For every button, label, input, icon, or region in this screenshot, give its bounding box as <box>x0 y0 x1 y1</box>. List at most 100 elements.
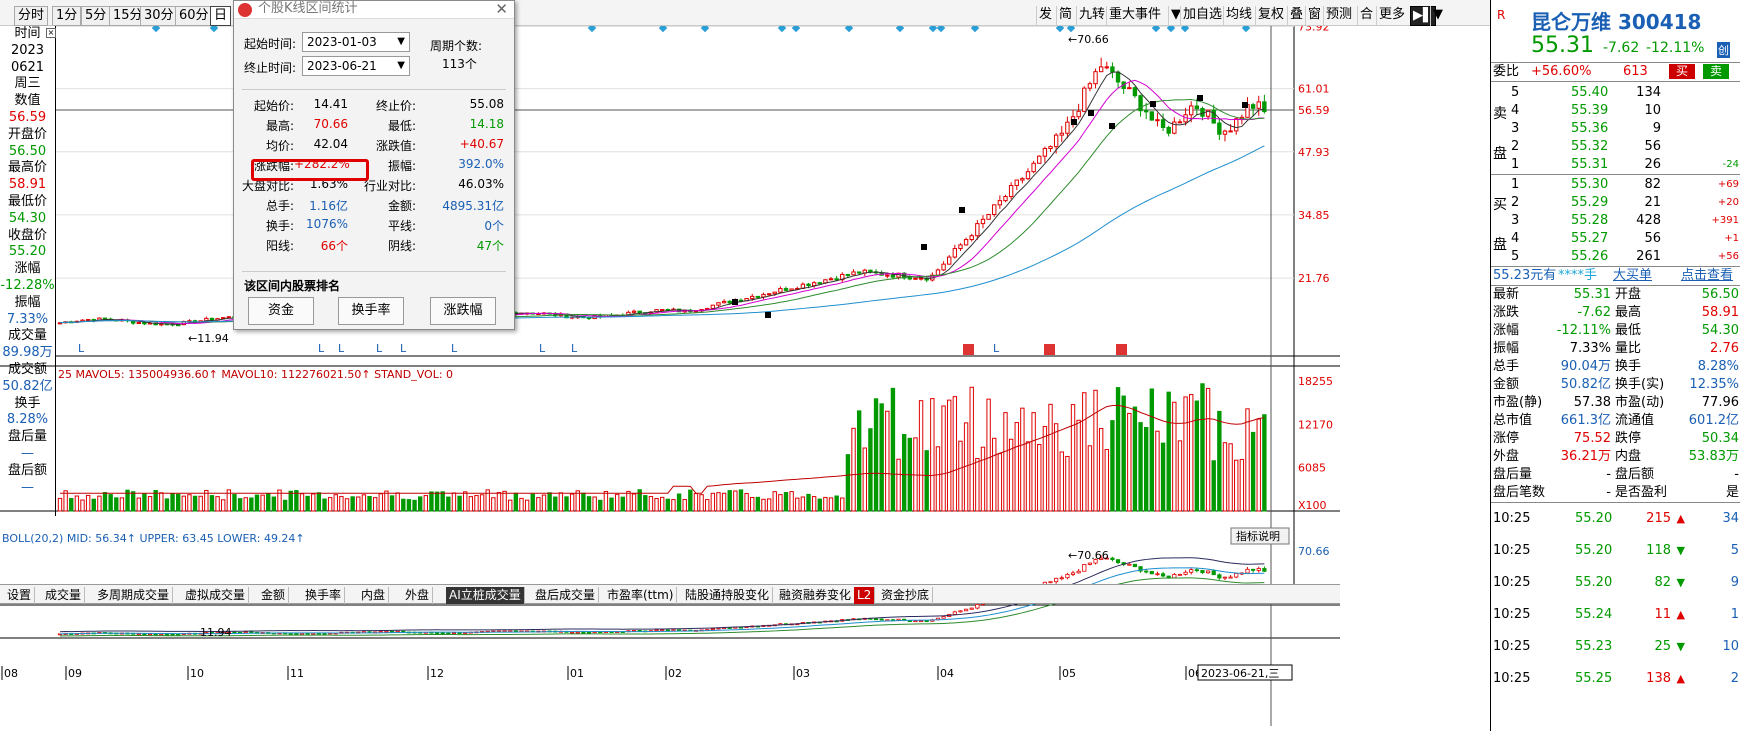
volume-bar <box>530 493 535 512</box>
boll-candle-body <box>1262 568 1267 572</box>
volume-bar <box>671 499 676 512</box>
window-button[interactable]: 窗 <box>1305 6 1323 26</box>
boll-axis-label: 70.66 <box>1298 545 1330 558</box>
boll-candle-body <box>1183 571 1188 575</box>
dialog-title: 个股K线区间统计 <box>258 1 358 16</box>
volume-bar <box>592 496 597 512</box>
ma-dot <box>732 299 738 305</box>
more-button[interactable]: 更多 <box>1376 6 1407 26</box>
boll-candle-body <box>1110 557 1115 561</box>
rank-by-change-button[interactable]: 涨跌幅 <box>430 297 496 325</box>
moving-average-button[interactable]: 均线 <box>1223 6 1254 26</box>
volume-bar <box>97 495 102 512</box>
boll-high-label: ←70.66 <box>1068 549 1109 562</box>
announce-button[interactable]: 发 <box>1036 6 1054 26</box>
period-button-30min[interactable]: 30分 <box>140 6 178 26</box>
sell-button[interactable]: 卖 <box>1703 64 1729 79</box>
volume-bar <box>356 496 361 512</box>
volume-bar <box>586 496 592 512</box>
close-icon[interactable]: ✕ <box>495 1 508 17</box>
candle-body <box>1143 110 1149 113</box>
buy-button[interactable]: 买 <box>1669 64 1695 79</box>
quote-field-row: 涨停 75.52 跌停 50.34 <box>1493 431 1739 446</box>
volume-bar <box>372 497 378 512</box>
tab-6[interactable]: 内盘 <box>358 587 390 604</box>
event-diamond-icon <box>1166 26 1176 33</box>
simple-button[interactable]: 简 <box>1056 6 1074 26</box>
candle-body <box>1189 105 1194 116</box>
candle-body <box>1082 87 1087 112</box>
volume-legend: 25 MAVOL5: 135004936.60↑ MAVOL10: 112276… <box>58 368 453 381</box>
start-date-picker[interactable]: 2023-01-03 ▼ <box>302 32 410 52</box>
rank-title: 该区间内股票排名 <box>244 279 341 293</box>
stat-label: 平线: <box>387 219 416 233</box>
nine-turn-button[interactable]: 九转 <box>1076 6 1107 26</box>
period-count-value: 113个 <box>442 57 477 71</box>
tab-10[interactable]: 市盈率(ttm) <box>604 587 678 604</box>
combine-button[interactable]: 合 <box>1357 6 1375 26</box>
volume-bar <box>1082 392 1087 512</box>
high-price-label: ←70.66 <box>1068 33 1109 46</box>
volume-bar <box>744 493 749 512</box>
volume-bar <box>721 492 727 512</box>
tab-13[interactable]: L2 <box>854 587 876 604</box>
tab-4[interactable]: 金额 <box>258 587 290 604</box>
overlay-button[interactable]: 叠 <box>1287 6 1305 26</box>
period-button-day[interactable]: 日 <box>210 6 232 26</box>
scroll-down-icon[interactable]: ▼ <box>1430 6 1445 26</box>
boll-candle-body <box>913 620 918 623</box>
volume-bar <box>175 493 181 512</box>
forecast-button[interactable]: 预测 <box>1323 6 1354 26</box>
tab-11[interactable]: 陆股通持股变化 <box>682 587 774 604</box>
volume-bar <box>85 494 91 512</box>
boll-legend: BOLL(20,2) MID: 56.34↑ UPPER: 63.45 LOWE… <box>2 532 305 545</box>
view-big-order-link[interactable]: 点击查看 <box>1681 267 1733 284</box>
candle-body <box>992 204 997 215</box>
tab-9[interactable]: 盘后成交量 <box>532 587 600 604</box>
tab-12[interactable]: 融资融券变化 <box>776 587 856 604</box>
boll-candle-body <box>1054 577 1059 583</box>
volume-bar <box>851 427 856 512</box>
major-events-button[interactable]: 重大事件 <box>1106 6 1163 26</box>
period-button-1min[interactable]: 1分 <box>52 6 82 26</box>
period-button-intraday[interactable]: 分时 <box>14 6 49 26</box>
volume-bar <box>1250 431 1256 512</box>
period-button-5min[interactable]: 5分 <box>81 6 111 26</box>
tab-14[interactable]: 资金抄底 <box>878 587 934 604</box>
tab-1[interactable]: 成交量 <box>42 587 86 604</box>
tab-2[interactable]: 多周期成交量 <box>94 587 174 604</box>
tab-5[interactable]: 换手率 <box>302 587 346 604</box>
tab-7[interactable]: 外盘 <box>402 587 434 604</box>
volume-bar <box>553 496 558 512</box>
volume-bar <box>243 497 248 512</box>
volume-bar <box>350 496 355 512</box>
price-axis-label: 34.85 <box>1298 209 1330 222</box>
volume-bar <box>1183 396 1188 512</box>
boll-candle-body <box>1200 570 1205 574</box>
tab-8[interactable]: AI立桩成交量 <box>446 587 525 604</box>
boll-low-label: 11.94 <box>200 626 232 639</box>
boll-candle-body <box>1155 573 1160 576</box>
boll-candle-body <box>1189 569 1194 573</box>
volume-bar <box>1110 420 1115 512</box>
tab-0[interactable]: 设置 <box>4 587 36 604</box>
stat-value: 1.16亿 <box>309 199 348 213</box>
period-button-60min[interactable]: 60分 <box>175 6 213 26</box>
stat-label: 总手: <box>265 199 294 213</box>
rank-by-turnover-button[interactable]: 换手率 <box>338 297 404 325</box>
kline-chart[interactable]: ←70.66←11.94←70.6611.94L L L L L L L L L 73.9261… <box>0 26 1490 731</box>
tick-row: 10:25 55.23 25 ▼ 10 <box>1493 639 1739 654</box>
adjust-button[interactable]: 复权 <box>1255 6 1286 26</box>
tab-3[interactable]: 虚拟成交量 <box>182 587 250 604</box>
stat-label: 阴线: <box>387 239 416 253</box>
rank-by-capital-button[interactable]: 资金 <box>248 297 314 325</box>
candle-body <box>637 310 642 314</box>
end-date-picker[interactable]: 2023-06-21 ▼ <box>302 56 410 76</box>
low-price-label: ←11.94 <box>188 332 229 345</box>
candle-body <box>705 307 710 310</box>
add-watchlist-button[interactable]: 加自选 <box>1180 6 1224 26</box>
boll-candle-body <box>918 620 924 623</box>
chevron-down-icon: ▼ <box>397 60 405 71</box>
candle-body <box>659 309 665 312</box>
candle-body <box>1003 196 1008 202</box>
